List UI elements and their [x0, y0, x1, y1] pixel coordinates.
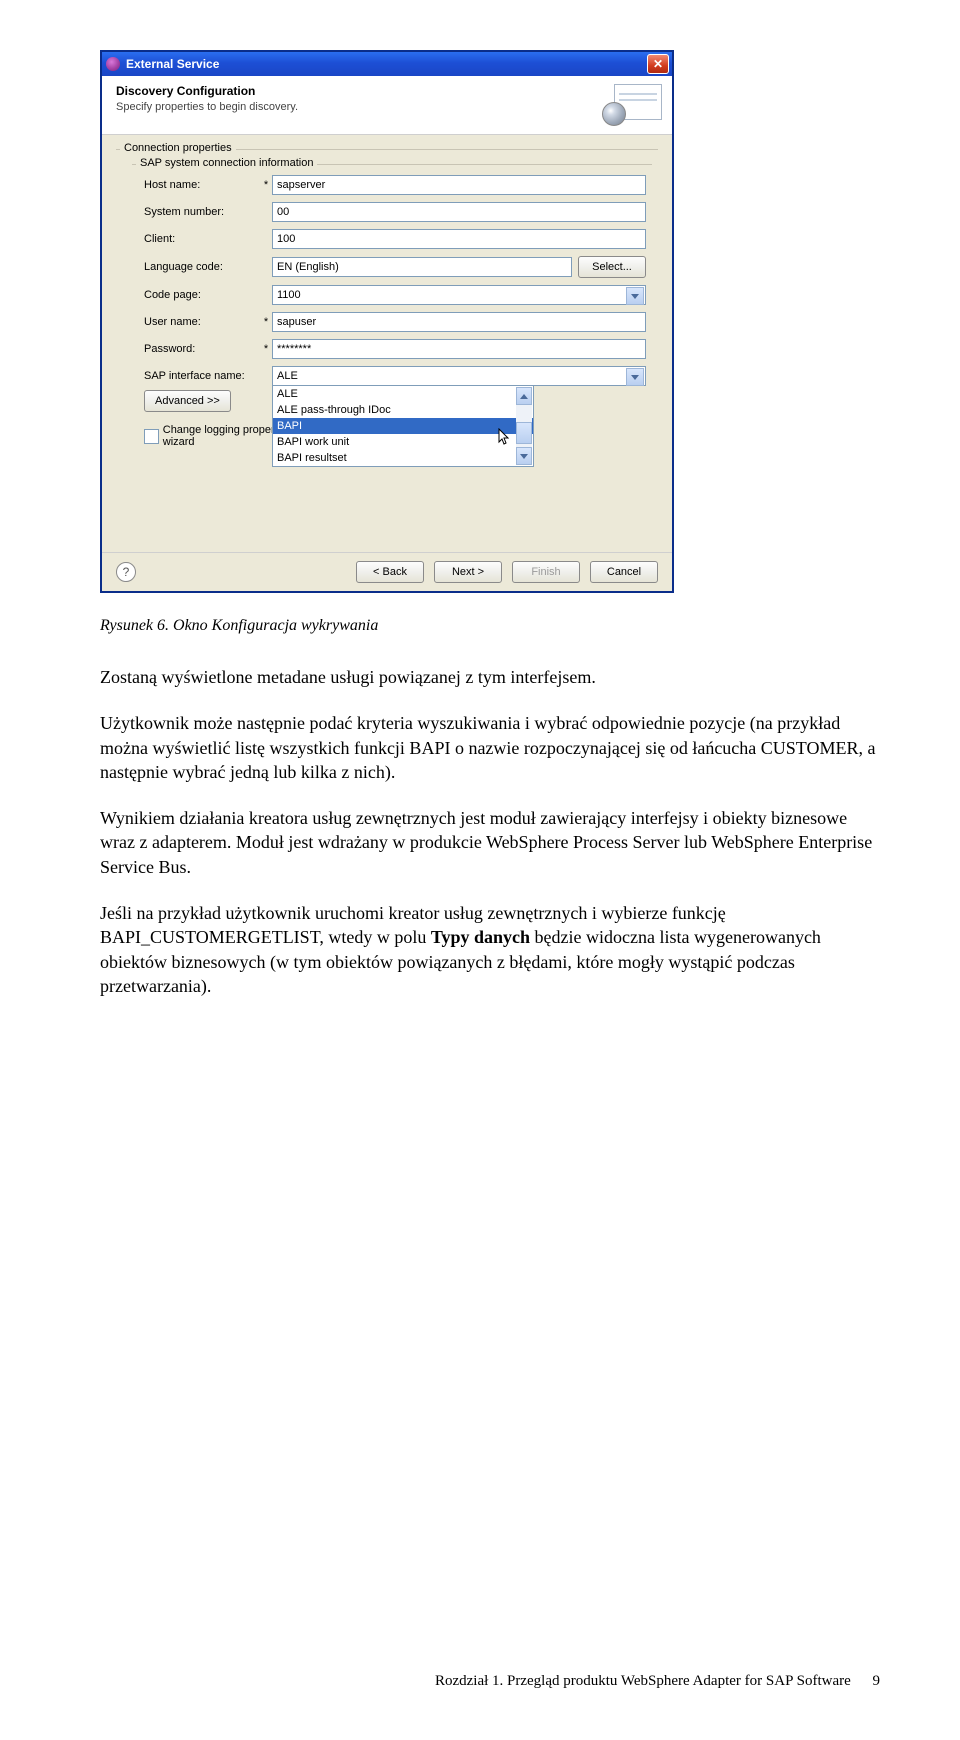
codepage-combo[interactable]: 1100: [272, 285, 646, 305]
label-lang: Language code:: [144, 261, 260, 273]
user-input[interactable]: [272, 312, 646, 332]
codepage-value: 1100: [277, 289, 301, 301]
dd-item-ale[interactable]: ALE: [273, 386, 533, 402]
footer-text: Rozdział 1. Przegląd produktu WebSphere …: [435, 1673, 851, 1689]
iface-dropdown-list[interactable]: ALE ALE pass-through IDoc BAPI BAPI work…: [272, 385, 534, 467]
dd-item-bapi[interactable]: BAPI: [273, 418, 533, 434]
scroll-track[interactable]: [516, 405, 532, 447]
label-sysnum: System number:: [144, 206, 260, 218]
close-button[interactable]: ✕: [647, 54, 669, 74]
page-number: 9: [873, 1673, 881, 1689]
host-input[interactable]: [272, 175, 646, 195]
fieldset-connection: Connection properties SAP system connect…: [116, 149, 658, 466]
figure-caption: Rysunek 6. Okno Konfiguracja wykrywania: [100, 617, 880, 635]
scroll-down-icon[interactable]: [516, 447, 532, 465]
header-graphic: [602, 84, 662, 126]
chevron-down-icon[interactable]: [626, 368, 644, 386]
dialog-title: External Service: [126, 57, 647, 71]
paragraph-3: Wynikiem działania kreatora usług zewnęt…: [100, 806, 880, 879]
scroll-thumb[interactable]: [516, 422, 532, 444]
next-button[interactable]: Next >: [434, 561, 502, 583]
header-subtitle: Specify properties to begin discovery.: [116, 101, 592, 113]
finish-button[interactable]: Finish: [512, 561, 580, 583]
fieldset-sap-info: SAP system connection information Host n…: [132, 164, 652, 454]
scroll-up-icon[interactable]: [516, 387, 532, 405]
legend-sap-info: SAP system connection information: [136, 157, 317, 169]
iface-combo[interactable]: ALE: [272, 366, 646, 386]
dd-item-bapi-resultset[interactable]: BAPI resultset: [273, 450, 533, 466]
label-client: Client:: [144, 233, 260, 245]
paragraph-4: Jeśli na przykład użytkownik uruchomi kr…: [100, 901, 880, 998]
req-password: *: [260, 343, 272, 355]
sysnum-input[interactable]: [272, 202, 646, 222]
dialog-header: Discovery Configuration Specify properti…: [102, 76, 672, 135]
dialog-icon: [106, 57, 120, 71]
back-button[interactable]: < Back: [356, 561, 424, 583]
header-title: Discovery Configuration: [116, 84, 592, 98]
lang-input[interactable]: [272, 257, 572, 277]
external-service-dialog: External Service ✕ Discovery Configurati…: [100, 50, 674, 593]
titlebar[interactable]: External Service ✕: [102, 52, 672, 76]
label-host: Host name:: [144, 179, 260, 191]
iface-value: ALE: [277, 370, 298, 382]
label-password: Password:: [144, 343, 260, 355]
form-area: Connection properties SAP system connect…: [102, 135, 672, 552]
close-icon: ✕: [653, 58, 663, 70]
label-codepage: Code page:: [144, 289, 260, 301]
change-logging-checkbox[interactable]: [144, 429, 159, 444]
client-input[interactable]: [272, 229, 646, 249]
page-footer: Rozdział 1. Przegląd produktu WebSphere …: [435, 1673, 880, 1690]
paragraph-1: Zostaną wyświetlone metadane usługi powi…: [100, 665, 880, 689]
paragraph-2: Użytkownik może następnie podać kryteria…: [100, 711, 880, 784]
cancel-button[interactable]: Cancel: [590, 561, 658, 583]
advanced-button[interactable]: Advanced >>: [144, 390, 231, 412]
legend-connection: Connection properties: [120, 142, 236, 154]
dropdown-scrollbar[interactable]: [516, 387, 532, 465]
help-icon[interactable]: ?: [116, 562, 136, 582]
dd-item-ale-passthrough[interactable]: ALE pass-through IDoc: [273, 402, 533, 418]
chevron-down-icon[interactable]: [626, 287, 644, 305]
label-user: User name:: [144, 316, 260, 328]
select-lang-button[interactable]: Select...: [578, 256, 646, 278]
dialog-footer: ? < Back Next > Finish Cancel: [102, 552, 672, 591]
label-iface: SAP interface name:: [144, 370, 260, 382]
dd-item-bapi-workunit[interactable]: BAPI work unit: [273, 434, 533, 450]
req-user: *: [260, 316, 272, 328]
password-input[interactable]: [272, 339, 646, 359]
req-host: *: [260, 179, 272, 191]
